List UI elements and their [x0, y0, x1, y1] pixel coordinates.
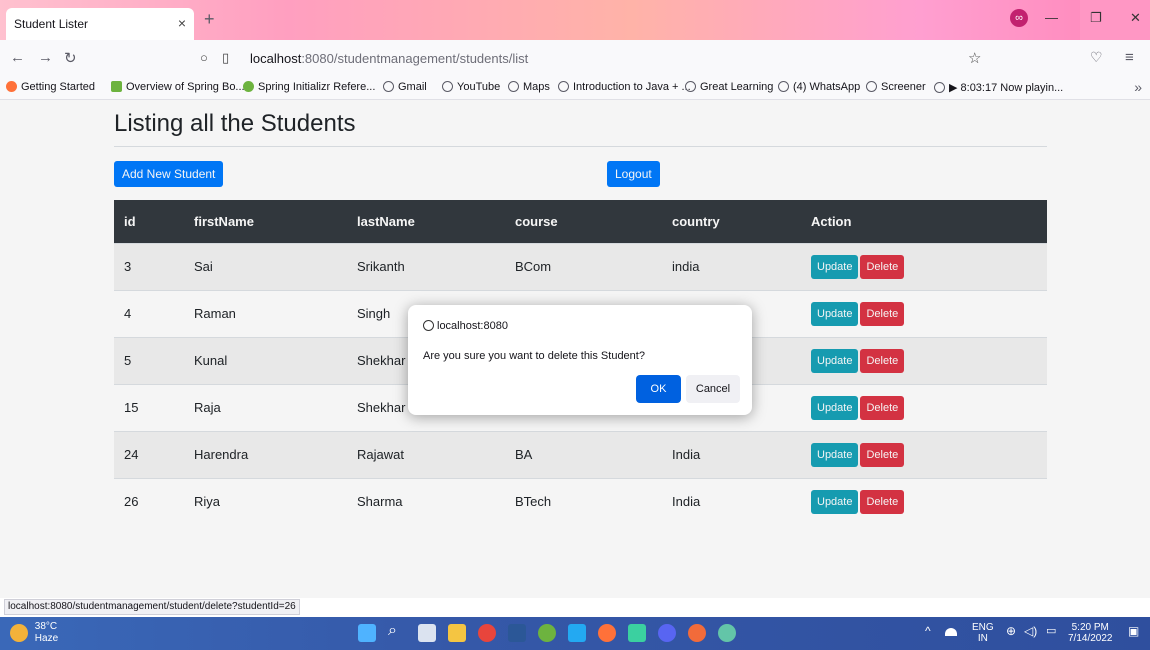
bookmark-item[interactable]: Overview of Spring Bo...	[111, 81, 245, 93]
file-explorer-icon[interactable]	[448, 624, 466, 642]
windows-start-icon[interactable]	[358, 624, 376, 642]
reload-icon[interactable]: ↻	[64, 49, 77, 67]
postman-icon[interactable]	[688, 624, 706, 642]
volume-icon[interactable]: ◁)	[1024, 625, 1037, 637]
cancel-button[interactable]: Cancel	[686, 375, 740, 403]
chevron-right-icon[interactable]: »	[1134, 79, 1142, 95]
language-indicator[interactable]: ENG IN	[972, 622, 994, 644]
extension-icon[interactable]: ∞	[1010, 9, 1028, 27]
bookmark-item[interactable]: Great Learning	[685, 81, 773, 93]
window-controls: ❐ ✕	[1080, 0, 1150, 40]
tab-title: Student Lister	[14, 17, 89, 31]
chevron-up-icon[interactable]: ^	[925, 625, 931, 637]
bookmarks-toolbar: Getting Started Overview of Spring Bo...…	[0, 76, 1150, 100]
bookmark-item[interactable]: Screener	[866, 81, 926, 93]
notepad-icon[interactable]	[628, 624, 646, 642]
menu-icon[interactable]: ≡	[1125, 49, 1134, 66]
bookmark-item[interactable]: Gmail	[383, 81, 427, 93]
discord-icon[interactable]	[658, 624, 676, 642]
ok-button[interactable]: OK	[636, 375, 681, 403]
word-icon[interactable]	[508, 624, 526, 642]
bookmark-item[interactable]: Getting Started	[6, 81, 95, 93]
search-icon[interactable]: ⌕	[388, 622, 406, 640]
clock[interactable]: 5:20 PM 7/14/2022	[1068, 622, 1113, 644]
page-icon: ▯	[222, 50, 230, 65]
browser-tab-bar: Student Lister × + ∞ — ❐ ✕	[0, 0, 1150, 40]
address-bar[interactable]: ○ ▯ localhost:8080/studentmanagement/stu…	[190, 44, 1000, 72]
new-tab-button[interactable]: +	[204, 9, 215, 30]
task-view-icon[interactable]	[418, 624, 436, 642]
status-link: localhost:8080/studentmanagement/student…	[4, 599, 300, 615]
spring-icon	[111, 81, 122, 92]
bookmark-item[interactable]: Maps	[508, 81, 550, 93]
minimize-icon[interactable]: —	[1045, 10, 1058, 25]
bookmark-item[interactable]: Introduction to Java + ...	[558, 81, 691, 93]
shield-icon[interactable]: ○	[200, 50, 208, 65]
bookmark-item[interactable]: Spring Initializr Refere...	[243, 81, 375, 93]
close-window-icon[interactable]: ✕	[1130, 10, 1141, 26]
confirm-dialog: localhost:8080 Are you sure you want to …	[408, 305, 752, 415]
globe-icon	[778, 81, 789, 92]
vscode-icon[interactable]	[568, 624, 586, 642]
taskbar: 38°C Haze ⌕ ^ ENG IN ⊕ ◁) ▭ 5:20 PM 7/14/20…	[0, 617, 1150, 650]
weather-icon	[10, 624, 28, 642]
app-icon[interactable]	[718, 624, 736, 642]
globe-icon	[685, 81, 696, 92]
bookmark-item[interactable]: (4) WhatsApp	[778, 81, 860, 93]
pocket-icon[interactable]: ♡	[1090, 49, 1103, 66]
spring-icon	[243, 81, 254, 92]
navigation-bar: ← → ↻ ○ ▯ localhost:8080/studentmanageme…	[0, 40, 1150, 76]
restore-icon[interactable]: ❐	[1090, 10, 1102, 26]
url-text[interactable]: localhost:8080/studentmanagement/student…	[250, 51, 528, 66]
tab-close-icon[interactable]: ×	[178, 15, 186, 31]
browser-tab[interactable]: Student Lister ×	[6, 8, 194, 40]
dialog-message: Are you sure you want to delete this Stu…	[423, 350, 645, 362]
spring-tool-icon[interactable]	[538, 624, 556, 642]
firefox-icon[interactable]	[598, 624, 616, 642]
weather-condition: Haze	[34, 633, 59, 644]
bookmark-item[interactable]: YouTube	[442, 81, 500, 93]
globe-icon	[383, 81, 394, 92]
globe-icon	[508, 81, 519, 92]
battery-icon[interactable]: ▭	[1046, 626, 1056, 637]
firefox-icon	[6, 81, 17, 92]
globe-icon	[934, 82, 945, 93]
back-icon[interactable]: ←	[10, 49, 25, 66]
globe-icon	[423, 320, 434, 331]
chrome-icon[interactable]	[478, 624, 496, 642]
temperature: 38°C	[34, 621, 58, 632]
bookmark-item[interactable]: ▶ 8:03:17 Now playin...	[934, 81, 1063, 94]
bookmark-star-icon[interactable]: ☆	[968, 49, 981, 67]
weather-widget[interactable]: 38°C Haze	[10, 621, 58, 645]
network-icon[interactable]: ⊕	[1006, 625, 1016, 637]
dialog-origin: localhost:8080	[423, 320, 508, 332]
forward-icon[interactable]: →	[38, 49, 53, 66]
globe-icon	[442, 81, 453, 92]
onedrive-icon[interactable]	[945, 628, 957, 636]
notification-icon[interactable]: ▣	[1128, 625, 1139, 637]
globe-icon	[558, 81, 569, 92]
globe-icon	[866, 81, 877, 92]
